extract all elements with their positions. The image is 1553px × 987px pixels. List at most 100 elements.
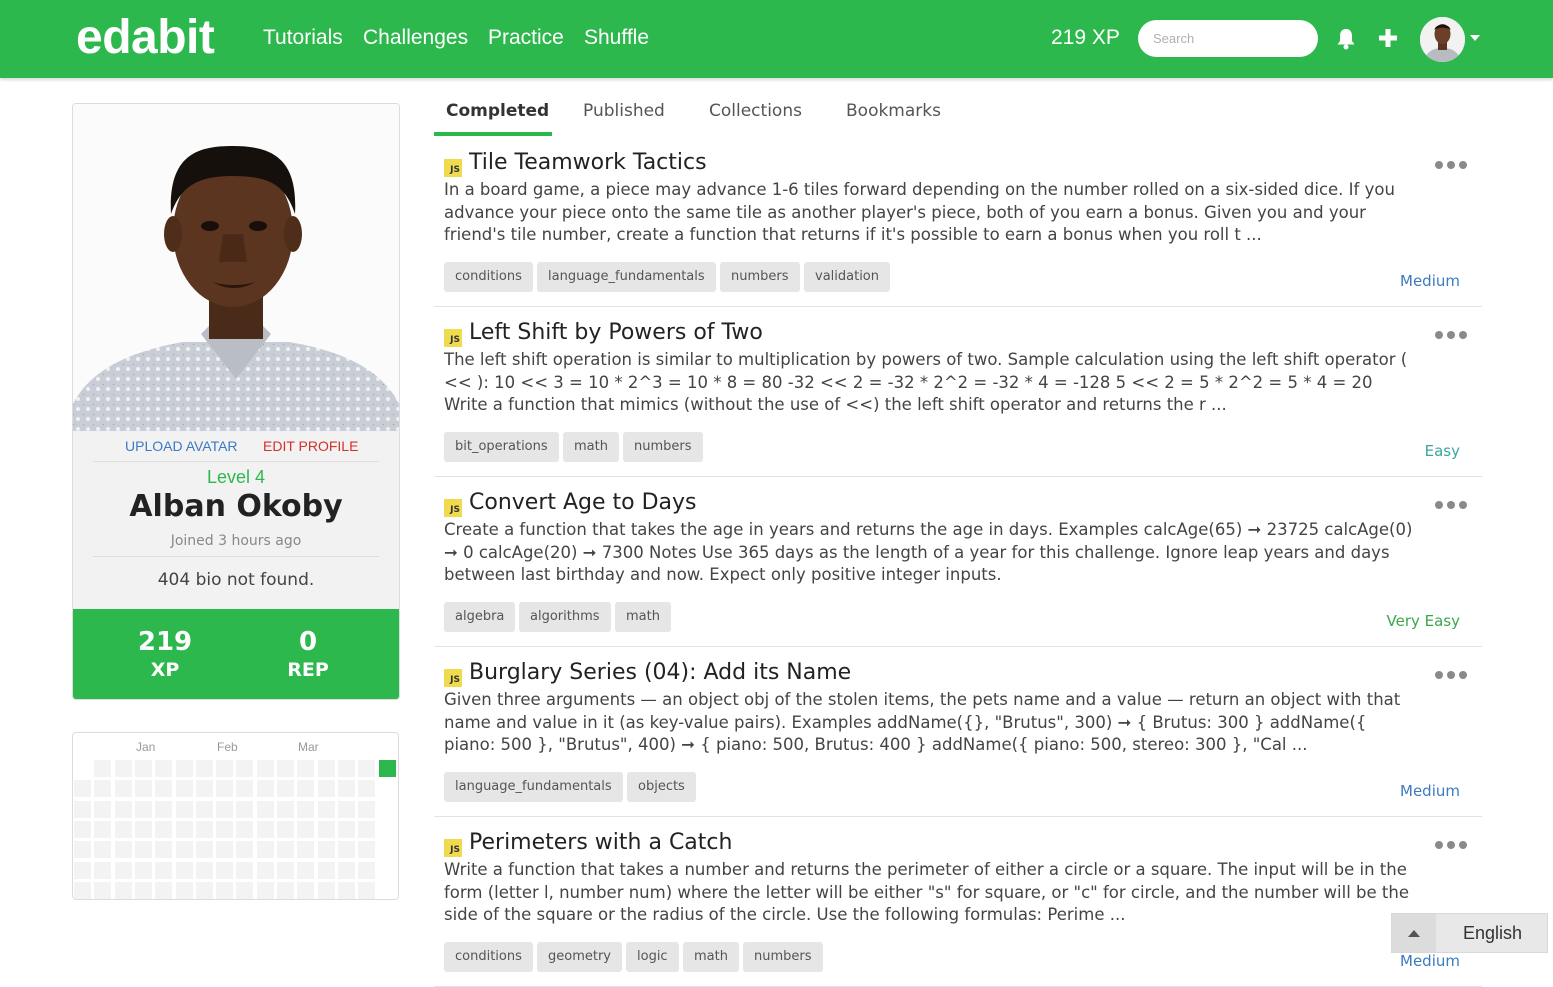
- javascript-icon: JS: [444, 329, 462, 347]
- more-options-icon[interactable]: [1435, 839, 1469, 851]
- calendar-day: [93, 880, 113, 899]
- xp-value: 219: [137, 627, 193, 657]
- user-level: Level 4: [206, 467, 266, 487]
- calendar-day: [357, 819, 377, 839]
- challenge-title[interactable]: Perimeters with a Catch: [469, 830, 732, 855]
- calendar-day: [73, 880, 92, 899]
- tag-chip[interactable]: geometry: [537, 942, 623, 972]
- challenge-title[interactable]: Burglary Series (04): Add its Name: [469, 660, 851, 685]
- calendar-day: [215, 759, 235, 778]
- challenge-item[interactable]: JS Burglary Series (04): Add its Name Give…: [434, 647, 1482, 817]
- language-toggle[interactable]: [1392, 914, 1436, 952]
- nav-tutorials[interactable]: Tutorials: [263, 26, 343, 50]
- calendar-day: [194, 759, 214, 778]
- calendar-day: [194, 860, 214, 880]
- bell-icon[interactable]: [1335, 27, 1357, 51]
- difficulty-label: Medium: [1400, 952, 1460, 970]
- calendar-day: [336, 759, 356, 778]
- calendar-day: [154, 759, 174, 778]
- challenge-item[interactable]: JS Left Shift by Powers of Two The left sh…: [434, 307, 1482, 477]
- challenge-description: In a board game, a piece may advance 1-6…: [444, 180, 1395, 244]
- calendar-day: [235, 860, 255, 880]
- edit-profile-link[interactable]: EDIT PROFILE: [263, 438, 358, 454]
- calendar-day: [215, 799, 235, 819]
- calendar-day: [133, 840, 153, 860]
- challenge-title[interactable]: Convert Age to Days: [469, 490, 697, 515]
- nav-challenges[interactable]: Challenges: [363, 26, 468, 50]
- upload-avatar-link[interactable]: UPLOAD AVATAR: [125, 438, 238, 454]
- calendar-day: [133, 860, 153, 880]
- tag-chip[interactable]: numbers: [720, 262, 800, 292]
- calendar-day: [133, 759, 153, 778]
- calendar-day: [93, 779, 113, 799]
- calendar-day: [93, 819, 113, 839]
- calendar-day: [255, 880, 275, 899]
- tag-chip[interactable]: algebra: [444, 602, 516, 632]
- tab-bookmarks[interactable]: Bookmarks: [846, 101, 941, 121]
- calendar-day: [377, 759, 397, 778]
- plus-icon[interactable]: [1377, 27, 1399, 49]
- calendar-month: Mar: [298, 740, 319, 754]
- joined-date: Joined 3 hours ago: [170, 533, 302, 549]
- nav-practice[interactable]: Practice: [488, 26, 564, 50]
- tag-chip[interactable]: math: [683, 942, 739, 972]
- tag-chip[interactable]: conditions: [444, 262, 533, 292]
- calendar-day: [133, 880, 153, 899]
- tab-completed[interactable]: Completed: [446, 101, 549, 121]
- tag-chip[interactable]: conditions: [444, 942, 533, 972]
- calendar-day: [276, 860, 295, 880]
- tag-chip[interactable]: numbers: [623, 432, 703, 462]
- calendar-day: [215, 880, 235, 899]
- user-avatar[interactable]: [1420, 17, 1465, 62]
- calendar-grid: [73, 759, 398, 899]
- tag-chip[interactable]: numbers: [743, 942, 823, 972]
- tag-chip[interactable]: math: [615, 602, 671, 632]
- calendar-day: [215, 860, 235, 880]
- calendar-day: [93, 759, 113, 778]
- challenge-item[interactable]: JS Convert Age to Days Create a function t…: [434, 477, 1482, 647]
- calendar-day: [255, 799, 275, 819]
- user-bio: 404 bio not found.: [157, 570, 315, 590]
- tag-chip[interactable]: validation: [804, 262, 891, 292]
- calendar-day: [154, 860, 174, 880]
- more-options-icon[interactable]: [1435, 499, 1469, 511]
- calendar-day: [93, 840, 113, 860]
- tag-chip[interactable]: algorithms: [519, 602, 611, 632]
- calendar-day: [316, 799, 336, 819]
- tag-chip[interactable]: logic: [626, 942, 679, 972]
- tag-chip[interactable]: language_fundamentals: [537, 262, 716, 292]
- edabit-logo[interactable]: edabit: [76, 10, 215, 65]
- calendar-day: [235, 840, 255, 860]
- tag-chip[interactable]: objects: [627, 772, 696, 802]
- tag-chip[interactable]: language_fundamentals: [444, 772, 623, 802]
- challenge-item[interactable]: JS Tile Teamwork Tactics In a board game, …: [434, 137, 1482, 307]
- calendar-day: [215, 779, 235, 799]
- more-options-icon[interactable]: [1435, 329, 1469, 341]
- challenge-title[interactable]: Left Shift by Powers of Two: [469, 320, 763, 345]
- search-input[interactable]: [1138, 20, 1318, 57]
- tab-collections[interactable]: Collections: [709, 101, 802, 121]
- tab-published[interactable]: Published: [583, 101, 665, 121]
- rep-label: REP: [287, 659, 329, 681]
- more-options-icon[interactable]: [1435, 159, 1469, 171]
- javascript-icon: JS: [444, 669, 462, 687]
- calendar-day: [113, 759, 133, 778]
- xp-counter: 219 XP: [1051, 26, 1120, 49]
- nav-shuffle[interactable]: Shuffle: [584, 26, 649, 50]
- language-selector[interactable]: English: [1391, 913, 1548, 953]
- tag-chip[interactable]: math: [563, 432, 619, 462]
- calendar-day: [296, 880, 316, 899]
- challenge-description: Create a function that takes the age in …: [444, 520, 1413, 584]
- calendar-day: [296, 860, 316, 880]
- language-label: English: [1463, 923, 1523, 943]
- rep-stat: 0 REP: [248, 627, 368, 683]
- chevron-down-icon[interactable]: [1470, 35, 1480, 41]
- calendar-day: [113, 799, 133, 819]
- challenge-title[interactable]: Tile Teamwork Tactics: [469, 150, 707, 175]
- more-options-icon[interactable]: [1435, 669, 1469, 681]
- calendar-day: [174, 880, 194, 899]
- tag-chip[interactable]: bit_operations: [444, 432, 559, 462]
- activity-calendar: Jan Feb Mar: [72, 732, 399, 900]
- profile-card: UPLOAD AVATAR EDIT PROFILE Level 4 Alban…: [72, 103, 400, 700]
- calendar-day: [154, 840, 174, 860]
